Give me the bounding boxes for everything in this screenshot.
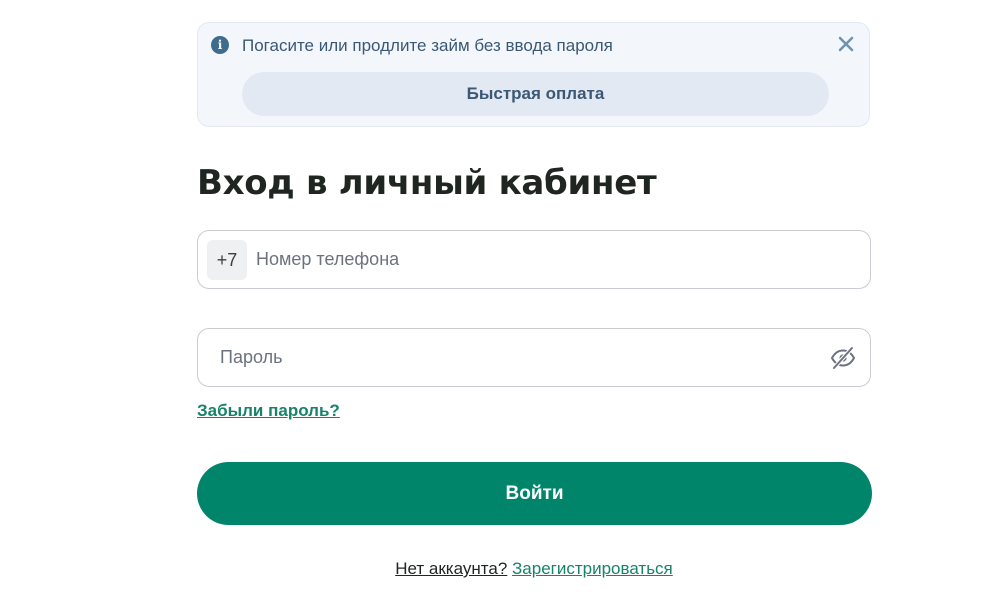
info-icon: i (211, 36, 229, 54)
quick-pay-button[interactable]: Быстрая оплата (242, 72, 829, 116)
register-prompt: Нет аккаунта? Зарегистрироваться (0, 558, 993, 580)
phone-country-prefix: +7 (207, 240, 247, 280)
password-input[interactable] (220, 329, 820, 386)
quick-pay-banner: i Погасите или продлите займ без ввода п… (197, 22, 870, 127)
login-button[interactable]: Войти (197, 462, 872, 525)
banner-message: Погасите или продлите займ без ввода пар… (242, 36, 613, 55)
eye-slash-icon[interactable] (830, 346, 856, 370)
register-link[interactable]: Зарегистрироваться (512, 559, 673, 578)
phone-input[interactable] (256, 231, 856, 288)
close-icon[interactable] (835, 33, 857, 55)
password-field[interactable] (197, 328, 871, 387)
login-page: i Погасите или продлите займ без ввода п… (0, 0, 993, 603)
register-question: Нет аккаунта? (395, 559, 508, 578)
phone-field[interactable]: +7 (197, 230, 871, 289)
forgot-password-link[interactable]: Забыли пароль? (197, 400, 340, 422)
page-title: Вход в личный кабинет (197, 163, 657, 203)
